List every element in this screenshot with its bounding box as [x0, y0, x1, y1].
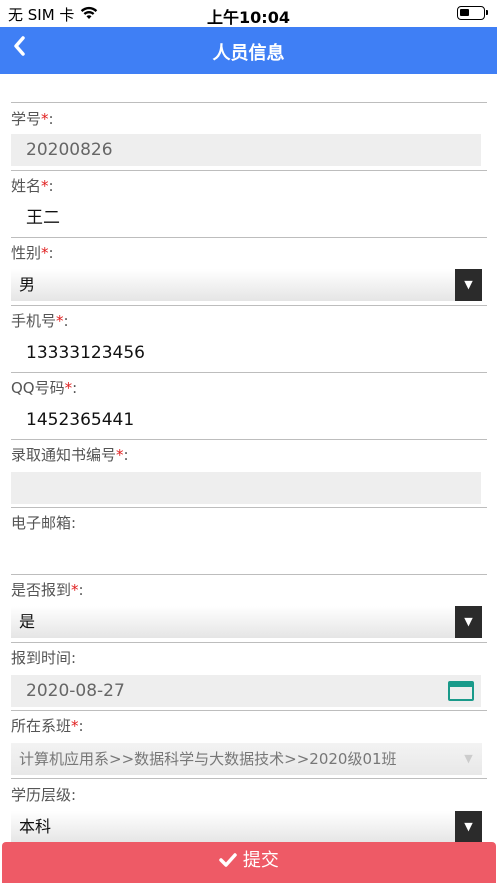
- divider: [11, 170, 487, 171]
- reported-select[interactable]: 是 ▼: [11, 606, 482, 638]
- divider: [11, 237, 487, 238]
- gender-value: 男: [19, 275, 36, 294]
- education-value: 本科: [19, 817, 52, 836]
- phone-label: 手机号*:: [11, 312, 69, 330]
- admission-no-input[interactable]: [11, 472, 481, 504]
- status-bar: 无 SIM 卡 上午10:04: [0, 0, 497, 27]
- phone-input[interactable]: 13333123456: [11, 337, 481, 369]
- divider: [11, 710, 487, 711]
- chevron-down-icon: ▼: [464, 752, 473, 765]
- chevron-down-icon: ▼: [455, 811, 482, 843]
- chevron-down-icon: ▼: [455, 606, 482, 638]
- divider: [11, 305, 487, 306]
- qq-input[interactable]: 1452365441: [11, 404, 481, 436]
- admission-no-label: 录取通知书编号*:: [11, 446, 129, 464]
- reported-label: 是否报到*:: [11, 581, 84, 599]
- student-id-label: 学号*:: [11, 110, 54, 128]
- check-icon: [219, 850, 243, 871]
- education-select[interactable]: 本科 ▼: [11, 811, 482, 843]
- department-select[interactable]: 计算机应用系>>数据科学与大数据技术>>2020级01班 ▼: [11, 743, 482, 775]
- education-label: 学历层级:: [11, 786, 77, 804]
- calendar-icon[interactable]: [448, 681, 474, 701]
- report-time-input[interactable]: 2020-08-27: [11, 675, 481, 707]
- name-label: 姓名*:: [11, 177, 54, 195]
- student-id-input[interactable]: 20200826: [11, 134, 481, 166]
- submit-label: 提交: [242, 850, 279, 871]
- battery-icon: [457, 6, 488, 20]
- name-input[interactable]: 王二: [11, 202, 481, 234]
- report-time-value: 2020-08-27: [26, 681, 125, 701]
- email-input[interactable]: [11, 540, 481, 572]
- status-time: 上午10:04: [207, 8, 290, 27]
- submit-button[interactable]: 提交: [2, 842, 496, 883]
- divider: [11, 372, 487, 373]
- department-value: 计算机应用系>>数据科学与大数据技术>>2020级01班: [19, 750, 397, 768]
- gender-label: 性别*:: [11, 244, 54, 262]
- divider: [11, 439, 487, 440]
- gender-select[interactable]: 男 ▼: [11, 269, 482, 301]
- divider: [11, 642, 487, 643]
- report-time-label: 报到时间:: [11, 649, 77, 667]
- department-label: 所在系班*:: [11, 717, 84, 735]
- chevron-down-icon: ▼: [455, 269, 482, 301]
- qq-label: QQ号码*:: [11, 379, 78, 397]
- divider: [11, 778, 487, 779]
- nav-bar: 人员信息: [0, 27, 497, 74]
- email-label: 电子邮箱:: [11, 514, 77, 532]
- divider: [11, 102, 487, 103]
- page-title: 人员信息: [212, 43, 285, 64]
- reported-value: 是: [19, 612, 36, 631]
- divider: [11, 574, 487, 575]
- divider: [11, 507, 487, 508]
